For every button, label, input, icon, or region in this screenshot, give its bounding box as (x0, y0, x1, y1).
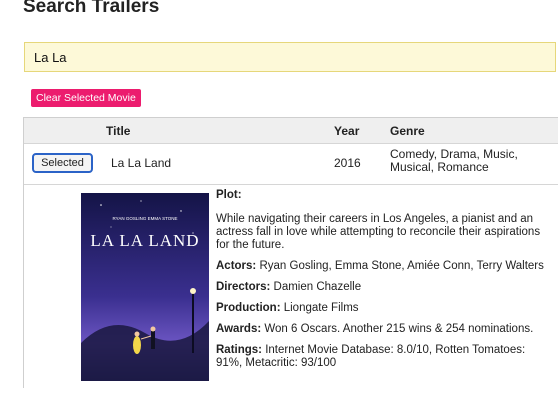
production-label: Production: (216, 302, 281, 314)
plot-text: While navigating their careers in Los An… (216, 213, 541, 251)
page-title: Search Trailers (23, 0, 160, 17)
poster-title: LA LA LAND (90, 231, 199, 250)
table-row[interactable]: Selected La La Land 2016 Comedy, Drama, … (24, 144, 558, 185)
clear-selected-movie-button[interactable]: Clear Selected Movie (31, 89, 141, 107)
search-input[interactable]: La La (24, 42, 556, 72)
results-table: Title Year Genre Selected La La Land 201… (23, 117, 558, 388)
selected-button[interactable]: Selected (32, 153, 93, 173)
movie-poster: RYAN GOSLING EMMA STONE LA LA LAND (81, 193, 209, 381)
directors-value: Damien Chazelle (273, 281, 362, 293)
directors-label: Directors: (216, 281, 271, 293)
movie-details: RYAN GOSLING EMMA STONE LA LA LAND Plot:… (24, 185, 558, 390)
production-value: Liongate Films (283, 302, 359, 314)
awards-value: Won 6 Oscars. Another 215 wins & 254 nom… (264, 323, 534, 335)
actors-value: Ryan Gosling, Emma Stone, Amiée Conn, Te… (259, 260, 544, 272)
movie-title: La La Land (111, 156, 172, 170)
poster-credits: RYAN GOSLING EMMA STONE (112, 216, 177, 221)
movie-year: 2016 (334, 156, 361, 170)
ratings-value: Internet Movie Database: 8.0/10, Rotten … (216, 344, 526, 369)
table-header: Title Year Genre (24, 118, 558, 144)
ratings-label: Ratings: (216, 344, 262, 356)
awards-label: Awards: (216, 323, 262, 335)
plot-label: Plot: (216, 189, 242, 201)
movie-info: Plot: While navigating their careers in … (216, 189, 551, 378)
header-genre: Genre (390, 124, 425, 138)
actors-label: Actors: (216, 260, 257, 272)
header-title: Title (106, 124, 131, 138)
header-year: Year (334, 124, 360, 138)
movie-genre: Comedy, Drama, Music, Musical, Romance (390, 147, 518, 174)
